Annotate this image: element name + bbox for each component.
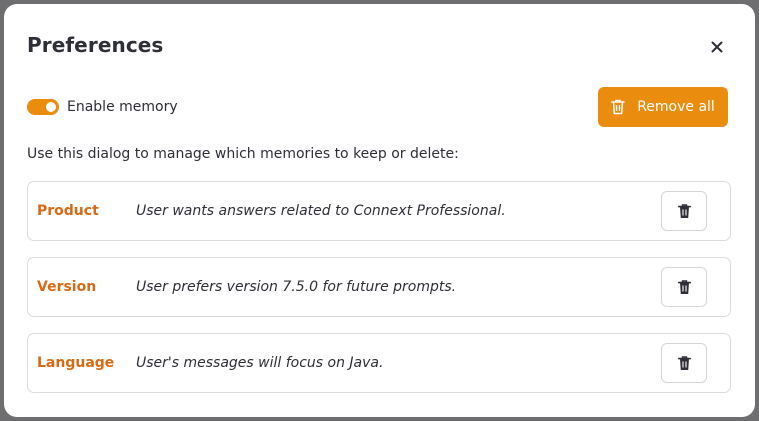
memory-label: Product [37, 203, 99, 219]
enable-memory-toggle[interactable] [27, 99, 59, 115]
memory-label: Version [37, 279, 97, 295]
memory-text: User wants answers related to Connext Pr… [136, 203, 506, 219]
memory-text: User's messages will focus on Java. [136, 355, 384, 371]
trash-icon [677, 355, 691, 370]
delete-memory-button[interactable] [661, 343, 707, 383]
trash-icon [611, 99, 625, 115]
dialog-title: Preferences [27, 33, 164, 57]
memory-item: Language User's messages will focus on J… [27, 333, 731, 393]
delete-memory-button[interactable] [661, 267, 707, 307]
trash-icon [677, 203, 691, 218]
enable-memory-label: Enable memory [67, 99, 178, 115]
preferences-dialog: Preferences Enable memory Remove all Use… [4, 4, 755, 417]
dialog-description: Use this dialog to manage which memories… [27, 146, 459, 162]
memory-label: Language [37, 355, 115, 371]
delete-memory-button[interactable] [661, 191, 707, 231]
toggle-knob [46, 102, 56, 112]
memory-item: Product User wants answers related to Co… [27, 181, 731, 241]
remove-all-label: Remove all [637, 99, 715, 115]
memory-text: User prefers version 7.5.0 for future pr… [136, 279, 457, 295]
remove-all-button[interactable]: Remove all [598, 87, 728, 127]
close-icon [711, 41, 723, 53]
close-button[interactable] [706, 36, 728, 58]
memory-item: Version User prefers version 7.5.0 for f… [27, 257, 731, 317]
trash-icon [677, 279, 691, 294]
